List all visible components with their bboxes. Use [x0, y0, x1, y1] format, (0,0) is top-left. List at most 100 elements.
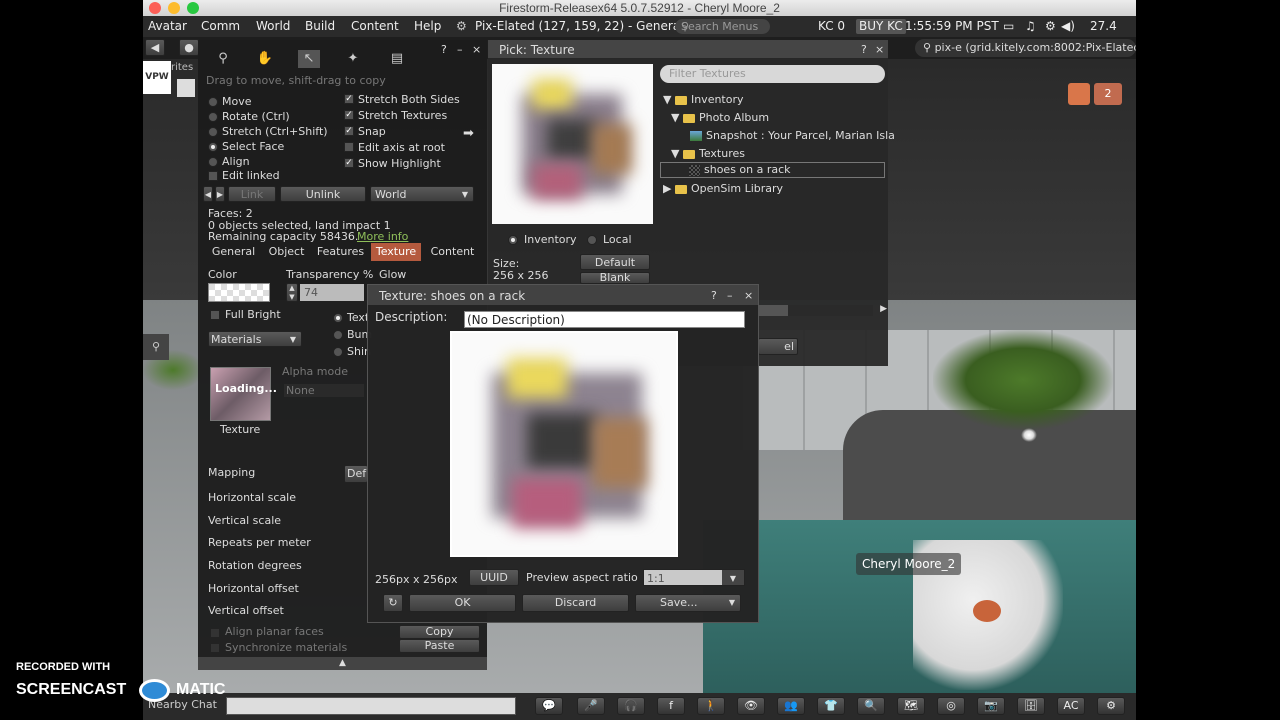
- tree-snapshot[interactable]: Snapshot : Your Parcel, Marian Isla: [690, 129, 895, 142]
- texture-thumbnail[interactable]: Loading...: [210, 367, 277, 421]
- dialog-minimize-icon[interactable]: –: [727, 289, 733, 302]
- location-text[interactable]: Pix-Elated (127, 159, 22) - General - S: [475, 16, 703, 37]
- menu-content[interactable]: Content: [351, 16, 399, 37]
- create-tool-icon[interactable]: ✦: [342, 50, 364, 68]
- help-icon[interactable]: ?: [441, 43, 447, 56]
- color-swatch[interactable]: [208, 283, 270, 302]
- chat-bubble-icon[interactable]: 💬: [535, 697, 563, 715]
- land-tool-icon[interactable]: ▤: [386, 50, 408, 68]
- menu-build[interactable]: Build: [305, 16, 335, 37]
- tab-texture[interactable]: Texture: [371, 243, 421, 261]
- menu-world[interactable]: World: [256, 16, 290, 37]
- map-shiny-radio[interactable]: [333, 347, 343, 357]
- blank-button[interactable]: Blank: [580, 272, 650, 284]
- tree-textures[interactable]: ▼ Textures: [671, 147, 745, 160]
- ruler-dropdown[interactable]: World ▼: [370, 186, 474, 202]
- back-button[interactable]: ◀: [145, 39, 165, 56]
- snap-checkbox[interactable]: ✓: [344, 126, 354, 136]
- filter-textures-input[interactable]: Filter Textures: [660, 65, 885, 83]
- edit-tool-icon[interactable]: ↖: [298, 50, 320, 68]
- chat-input[interactable]: [226, 697, 516, 715]
- microphone-icon[interactable]: 🎤: [577, 697, 605, 715]
- align-planar-checkbox[interactable]: [210, 628, 220, 638]
- expand-arrow-icon[interactable]: ➡: [463, 126, 474, 141]
- picker-hscroll[interactable]: ▶: [758, 304, 887, 316]
- dialog-help-icon[interactable]: ?: [711, 289, 717, 302]
- map-icon[interactable]: 🗺: [897, 697, 925, 715]
- discard-button[interactable]: Discard: [522, 594, 629, 612]
- sidebar-logo[interactable]: VPW: [143, 61, 171, 94]
- tree-opensim-library[interactable]: ▶ OpenSim Library: [663, 182, 783, 195]
- volume-icon[interactable]: ◀): [1061, 16, 1075, 37]
- link-button[interactable]: Link: [228, 186, 276, 202]
- media-icon[interactable]: ▭: [1003, 16, 1014, 37]
- minimize-window-button[interactable]: [168, 2, 180, 14]
- facebook-icon[interactable]: f: [657, 697, 685, 715]
- search-toolbar-icon[interactable]: 🔍: [857, 697, 885, 715]
- move-radio[interactable]: [208, 97, 218, 107]
- notification-count[interactable]: 2: [1094, 83, 1122, 105]
- close-window-button[interactable]: [149, 2, 161, 14]
- map-bump-radio[interactable]: [333, 330, 343, 340]
- avatar-nav-button[interactable]: ●: [179, 39, 199, 56]
- picker-cancel-button[interactable]: el: [758, 338, 798, 355]
- eye-icon[interactable]: 👁: [737, 697, 765, 715]
- map-pin-icon[interactable]: ⚲: [143, 334, 169, 360]
- paste-button[interactable]: Paste: [399, 639, 480, 653]
- zoom-window-button[interactable]: [187, 2, 199, 14]
- notification-avatar[interactable]: [1068, 83, 1090, 105]
- refresh-button[interactable]: ↻: [383, 594, 403, 612]
- mapping-dropdown[interactable]: Def: [344, 465, 368, 483]
- tab-features[interactable]: Features: [312, 243, 369, 261]
- radar-icon[interactable]: ◎: [937, 697, 965, 715]
- full-bright-checkbox[interactable]: [210, 310, 220, 320]
- menu-comm[interactable]: Comm: [201, 16, 240, 37]
- copy-button[interactable]: Copy: [399, 625, 480, 639]
- link-prev-button[interactable]: ◀: [203, 186, 213, 202]
- stretch-radio[interactable]: [208, 127, 218, 137]
- picker-help-icon[interactable]: ?: [861, 43, 867, 56]
- inventory-icon[interactable]: 🗄: [1017, 697, 1045, 715]
- materials-dropdown[interactable]: Materials ▼: [208, 331, 302, 347]
- headphones-icon[interactable]: 🎧: [617, 697, 645, 715]
- link-next-button[interactable]: ▶: [215, 186, 225, 202]
- location-input[interactable]: ⚲ pix-e (grid.kitely.com:8002:Pix-Elated: [915, 39, 1136, 57]
- picker-hscroll-thumb[interactable]: [758, 305, 788, 316]
- tab-general[interactable]: General: [206, 243, 261, 261]
- move-tool-icon[interactable]: ✋: [254, 50, 276, 68]
- shirt-icon[interactable]: 👕: [817, 697, 845, 715]
- tab-content[interactable]: Content: [425, 243, 480, 261]
- edit-axis-root-checkbox[interactable]: [344, 142, 354, 152]
- ok-button[interactable]: OK: [409, 594, 516, 612]
- uuid-button[interactable]: UUID: [469, 569, 519, 586]
- camera-icon[interactable]: 📷: [977, 697, 1005, 715]
- source-local-radio[interactable]: [587, 235, 597, 245]
- minimize-icon[interactable]: –: [457, 43, 463, 56]
- settings-icon[interactable]: ⚙: [1097, 697, 1125, 715]
- picker-close-icon[interactable]: ×: [875, 43, 884, 56]
- focus-tool-icon[interactable]: ⚲: [212, 50, 234, 68]
- ac-button[interactable]: AC: [1057, 697, 1085, 715]
- stretch-both-sides-checkbox[interactable]: ✓: [344, 94, 354, 104]
- unlink-button[interactable]: Unlink: [280, 186, 366, 202]
- dialog-close-icon[interactable]: ×: [744, 289, 753, 302]
- transparency-input[interactable]: 74: [300, 284, 364, 301]
- map-texture-radio[interactable]: [333, 313, 343, 323]
- tree-photo-album[interactable]: ▼ Photo Album: [671, 111, 769, 124]
- source-inventory-radio[interactable]: [508, 235, 518, 245]
- more-info-link[interactable]: More info: [357, 230, 408, 243]
- align-radio[interactable]: [208, 157, 218, 167]
- menu-avatar[interactable]: Avatar: [148, 16, 187, 37]
- tree-inventory[interactable]: ▼ Inventory: [663, 93, 744, 106]
- walk-icon[interactable]: 🚶: [697, 697, 725, 715]
- tree-shoes-on-a-rack[interactable]: shoes on a rack: [660, 162, 885, 178]
- save-button[interactable]: Save... ▼: [635, 594, 741, 612]
- stretch-textures-checkbox[interactable]: ✓: [344, 110, 354, 120]
- menu-help[interactable]: Help: [414, 16, 441, 37]
- rotate-radio[interactable]: [208, 112, 218, 122]
- collapse-bar[interactable]: ▲: [198, 657, 487, 670]
- close-icon[interactable]: ×: [472, 43, 481, 56]
- aspect-ratio-dropdown[interactable]: 1:1 ▼: [643, 569, 745, 586]
- tab-object[interactable]: Object: [264, 243, 309, 261]
- transparency-spinner[interactable]: ▲ ▼: [286, 283, 298, 302]
